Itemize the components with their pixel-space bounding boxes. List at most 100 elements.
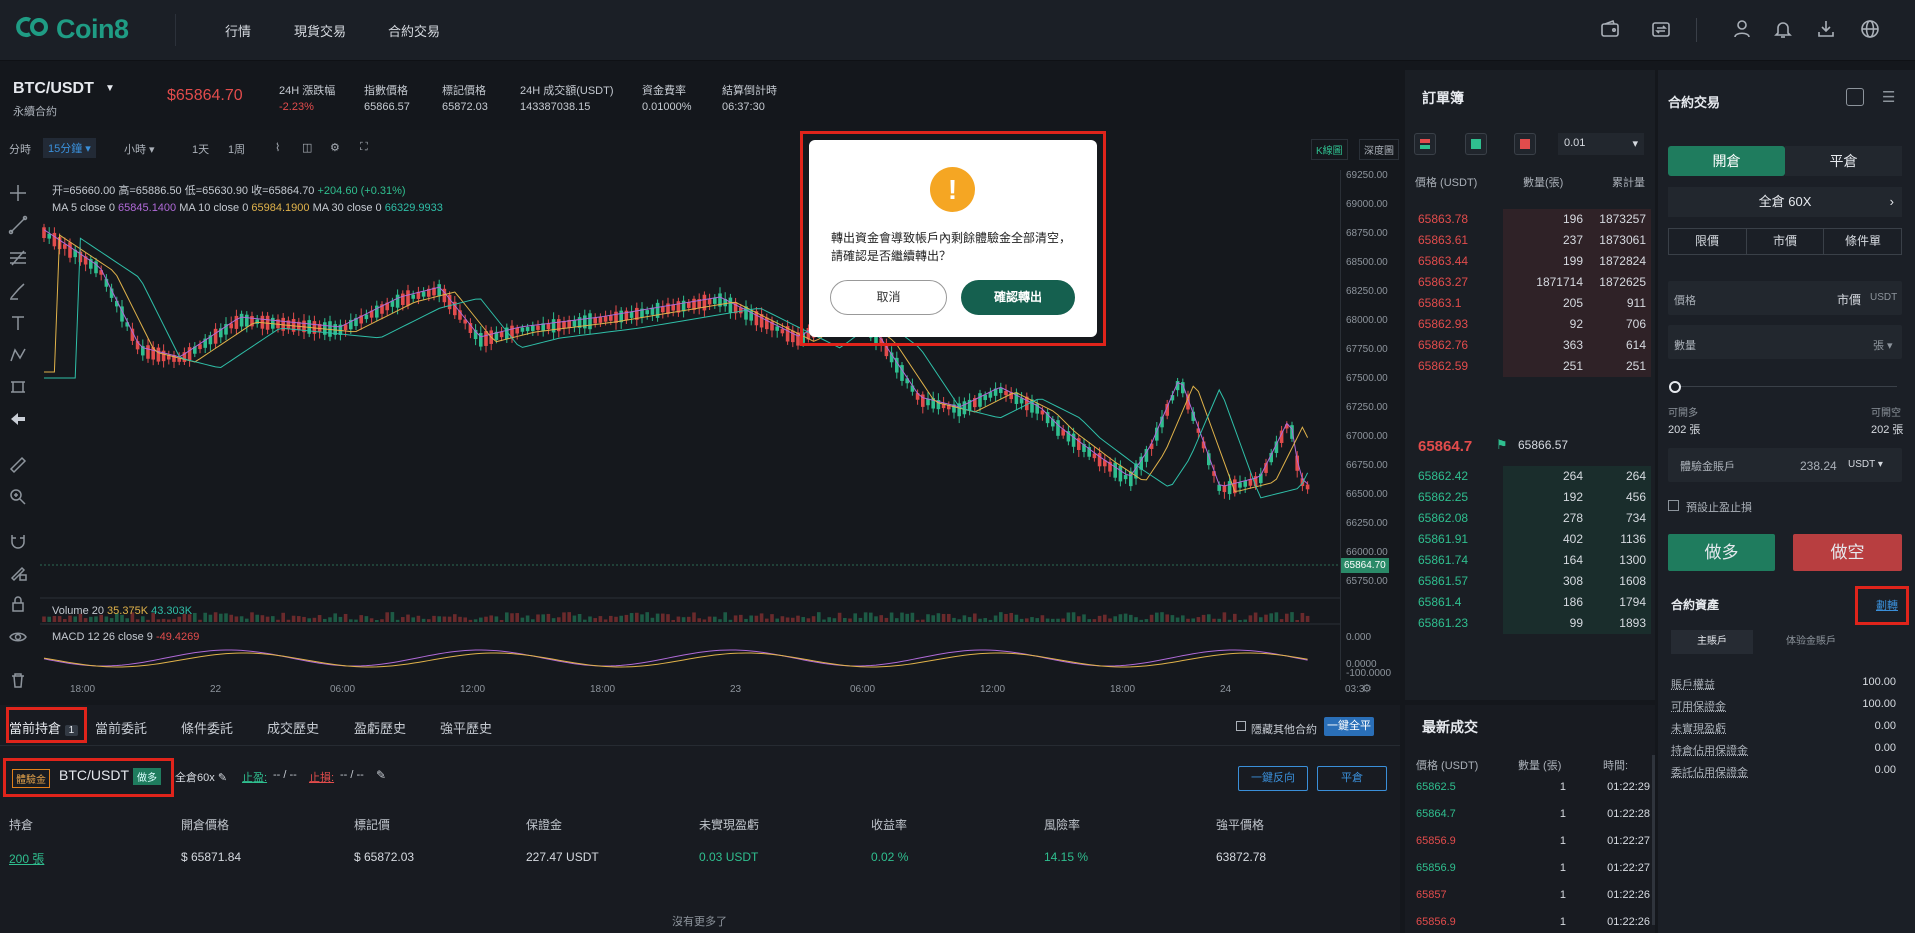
quantity-field[interactable] [1668, 325, 1902, 359]
download-icon[interactable] [1815, 18, 1837, 40]
close-tab[interactable]: 平倉 [1785, 146, 1902, 176]
main-account-tab[interactable]: 主賬戶 [1671, 630, 1753, 654]
tab-open-orders[interactable]: 當前委託 [95, 718, 147, 737]
brush-icon[interactable] [8, 281, 28, 301]
order-type-limit[interactable]: 限價 [1668, 228, 1746, 255]
tf-1d[interactable]: 1天 [192, 141, 209, 157]
kline-chart[interactable] [40, 170, 1340, 685]
tpsl-checkbox[interactable] [1668, 500, 1679, 511]
globe-icon[interactable] [1859, 18, 1881, 40]
order-type-market[interactable]: 市價 [1746, 228, 1824, 255]
pair-selector[interactable]: BTC/USDT [13, 80, 94, 98]
fullscreen-icon[interactable]: ⛶ [360, 141, 368, 154]
bids-row[interactable]: 65861.74 164 1300 [1405, 550, 1651, 571]
edit-tpsl-icon[interactable]: ✎ [376, 768, 386, 782]
short-button[interactable]: 做空 [1793, 534, 1902, 571]
bell-icon[interactable] [1772, 18, 1794, 40]
long-button[interactable]: 做多 [1668, 534, 1775, 571]
measure-icon[interactable] [8, 377, 28, 397]
tab-liquidation-history[interactable]: 強平歷史 [440, 718, 492, 737]
price-field[interactable] [1668, 281, 1902, 315]
leverage-select[interactable]: 全倉 60X › [1668, 187, 1902, 217]
bids-row[interactable]: 65861.57 308 1608 [1405, 571, 1651, 592]
axis-settings-icon[interactable]: ⚙ [1362, 682, 1372, 695]
close-all-button[interactable]: 一鍵全平 [1324, 717, 1374, 736]
pattern-icon[interactable] [8, 345, 28, 365]
position-cell: $ 65872.03 [354, 850, 415, 864]
ob-view-bids-icon[interactable] [1465, 133, 1487, 155]
qty-slider-track[interactable] [1675, 386, 1897, 387]
transfer-link[interactable]: 劃轉 [1876, 597, 1898, 613]
trash-icon[interactable] [8, 670, 28, 690]
margin-mode[interactable]: 全倉60x ✎ [175, 769, 227, 785]
trial-account-tab[interactable]: 体验金賬戶 [1770, 630, 1852, 654]
asks-row[interactable]: 65863.61 237 1873061 [1405, 230, 1651, 251]
indicator-icon[interactable]: ⌇ [275, 141, 280, 154]
ruler-icon[interactable] [8, 455, 28, 475]
fib-icon[interactable] [8, 248, 28, 268]
tf-15m[interactable]: 15分鐘 ▾ [43, 138, 96, 158]
back-arrow-icon[interactable] [8, 409, 28, 429]
tab-conditional[interactable]: 條件委託 [181, 718, 233, 737]
ob-view-both-icon[interactable] [1414, 133, 1436, 155]
lock-draw-icon[interactable] [8, 562, 28, 582]
zoom-in-icon[interactable] [8, 487, 28, 507]
asks-row[interactable]: 65863.78 196 1873257 [1405, 209, 1651, 230]
tab-trade-history[interactable]: 成交歷史 [267, 718, 319, 737]
tab-kline[interactable]: K線圖 [1311, 139, 1348, 160]
volume-bar [1144, 619, 1149, 622]
ob-view-asks-icon[interactable] [1514, 133, 1536, 155]
asks-row[interactable]: 65862.59 251 251 [1405, 356, 1651, 377]
nav-futures[interactable]: 合約交易 [388, 21, 440, 40]
nav-spot[interactable]: 現貨交易 [294, 21, 346, 40]
nav-market[interactable]: 行情 [225, 21, 251, 40]
tab-positions[interactable]: 當前持倉 1 [9, 718, 79, 737]
tf-timeline[interactable]: 分時 [9, 141, 31, 157]
trendline-icon[interactable] [8, 215, 28, 235]
asks-row[interactable]: 65863.1 205 911 [1405, 293, 1651, 314]
settings-sliders-icon[interactable]: ☰ [1882, 88, 1895, 106]
transfer-icon[interactable] [1650, 18, 1672, 40]
dialog-confirm-button[interactable]: 確認轉出 [961, 280, 1075, 315]
magnet-icon[interactable] [8, 531, 28, 551]
volume-bar [1087, 619, 1091, 622]
tab-depth[interactable]: 深度圖 [1359, 139, 1399, 160]
position-cell[interactable]: 200 張 [9, 850, 44, 867]
precision-select[interactable]: 0.01 ▾ [1558, 133, 1644, 155]
eye-icon[interactable] [8, 627, 28, 647]
bids-row[interactable]: 65861.23 99 1893 [1405, 613, 1651, 634]
tf-hour[interactable]: 小時 ▾ [124, 141, 155, 157]
bids-row[interactable]: 65861.91 402 1136 [1405, 529, 1651, 550]
screenshot-icon[interactable]: ◫ [302, 141, 312, 154]
asks-row[interactable]: 65862.76 363 614 [1405, 335, 1651, 356]
asks-row[interactable]: 65863.44 199 1872824 [1405, 251, 1651, 272]
bids-row[interactable]: 65862.08 278 734 [1405, 508, 1651, 529]
bids-row[interactable]: 65862.25 192 456 [1405, 487, 1651, 508]
volume-bar [1279, 619, 1284, 622]
settings-icon[interactable]: ⚙ [330, 141, 340, 154]
volume-bar [947, 613, 951, 622]
reverse-button[interactable]: 一鍵反向 [1238, 766, 1308, 791]
close-position-button[interactable]: 平倉 [1317, 766, 1387, 791]
crosshair-icon[interactable] [8, 183, 28, 203]
asks-row[interactable]: 65862.93 92 706 [1405, 314, 1651, 335]
open-tab[interactable]: 開倉 [1668, 146, 1785, 176]
bids-row[interactable]: 65861.4 186 1794 [1405, 592, 1651, 613]
bids-row[interactable]: 65862.42 264 264 [1405, 466, 1651, 487]
user-icon[interactable] [1731, 18, 1753, 40]
hide-other-checkbox[interactable] [1236, 721, 1246, 731]
order-type-conditional[interactable]: 條件單 [1824, 228, 1902, 255]
trades-scrollbar[interactable] [1652, 755, 1655, 925]
brand-logo[interactable]: Coin8 [16, 14, 129, 45]
qty-slider-handle[interactable] [1669, 381, 1681, 393]
tab-pnl-history[interactable]: 盈虧歷史 [354, 718, 406, 737]
text-icon[interactable] [8, 313, 28, 333]
wallet-icon[interactable] [1599, 18, 1621, 40]
pair-dropdown-icon[interactable]: ▼ [105, 83, 115, 94]
lock-icon[interactable] [8, 594, 28, 614]
calculator-icon[interactable] [1846, 88, 1864, 106]
tf-1w[interactable]: 1周 [228, 141, 245, 157]
asks-row[interactable]: 65863.27 1871714 1872625 [1405, 272, 1651, 293]
dialog-cancel-button[interactable]: 取消 [830, 280, 947, 315]
qty-unit[interactable]: 張 ▾ [1873, 337, 1893, 353]
